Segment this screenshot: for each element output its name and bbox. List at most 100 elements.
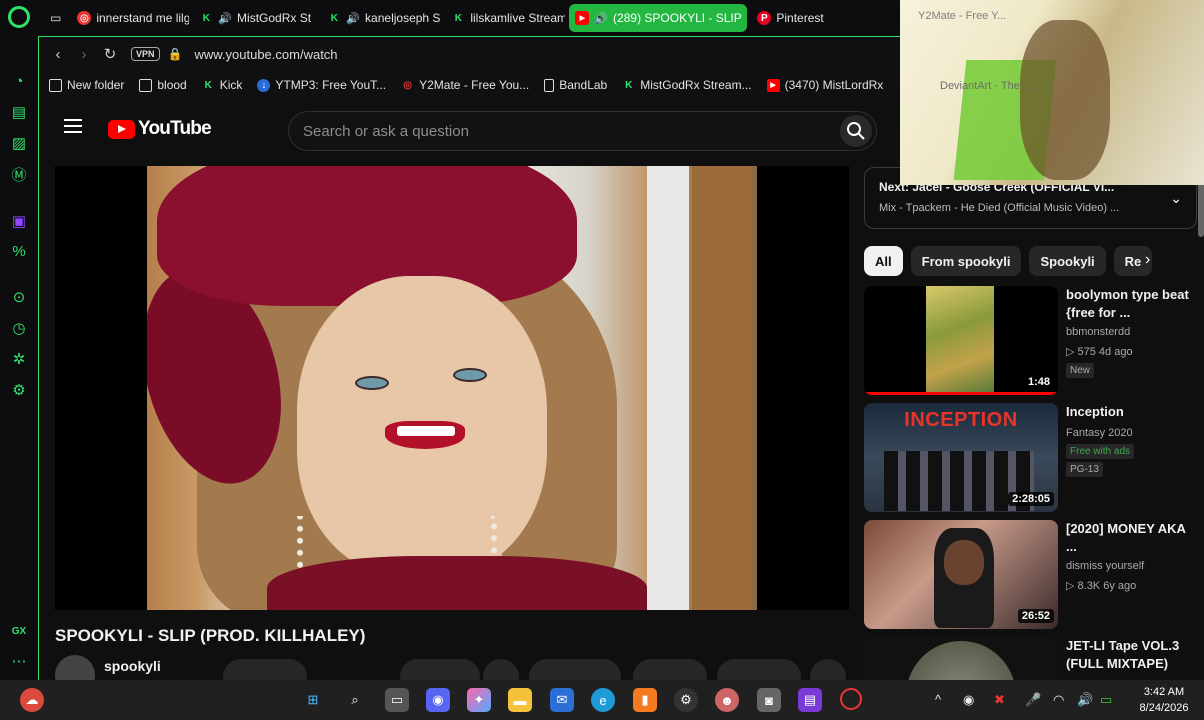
gx-text-icon[interactable]: GX [8,620,30,642]
opera-gx-taskbar-icon[interactable] [840,688,862,710]
tab-spookyli-active[interactable]: ▶ 🔊 (289) SPOOKYLI - SLIP [569,4,748,32]
gx-control-icon[interactable]: ◔ [8,70,30,92]
twitch-icon[interactable]: ▣ [8,210,30,232]
volume-icon[interactable]: 🔊 [1077,692,1093,708]
tray-app-icon[interactable]: ◉ [963,692,974,708]
bookmark-y2mate[interactable]: ◎ Y2Mate - Free You... [401,78,529,92]
chevron-right-icon[interactable]: › [1145,251,1150,269]
settings-gear-icon[interactable]: ⚙ [8,379,30,401]
history-icon[interactable]: ◷ [8,317,30,339]
tab-mistgodrx[interactable]: K 🔊 MistGodRx St [193,4,317,32]
speaker-icon[interactable]: 🔊 [218,12,232,25]
floating-overlay-window[interactable]: Y2Mate - Free Y... DeviantArt - The ... [900,0,1204,185]
fl-studio-icon[interactable]: ▮ [633,688,657,712]
camera-icon[interactable]: ◙ [757,688,781,712]
copilot-icon[interactable]: ✦ [467,688,491,712]
tab-pinterest[interactable]: P Pinterest [751,4,851,32]
bookmarks-bar: New folder blood K Kick ↓ YTMP3: Free YouT… [39,71,901,99]
chip-from-spookyli[interactable]: From spookyli [910,246,1022,276]
outlook-icon[interactable]: ✉ [550,688,574,712]
speaker-icon[interactable]: 🔊 [346,12,360,25]
search-button[interactable] [840,115,872,147]
windows-start-icon[interactable]: ⊞ [301,688,325,712]
chevron-up-icon[interactable]: ^ [935,692,941,707]
tab-kaneljoseph[interactable]: K 🔊 kaneljoseph S [321,4,441,32]
tab-label: lilskamlive Stream [470,11,566,25]
recommendation-title[interactable]: [2020] MONEY AKA ... [1066,520,1196,556]
chip-all[interactable]: All [864,246,903,276]
more-icon[interactable]: ⋯ [8,650,30,672]
back-icon[interactable]: ‹ [45,41,71,67]
video-editor-icon[interactable]: ▤ [798,688,822,712]
folder-icon [139,78,153,92]
system-clock[interactable]: 3:42 AM 8/24/2026 [1130,684,1198,716]
channel-row: spookyli [55,655,849,695]
recommendation-title[interactable]: JET-LI Tape VOL.3 (FULL MIXTAPE) [1066,637,1196,673]
video-player[interactable] [55,166,849,610]
chip-spookyli[interactable]: Spookyli [1029,246,1106,276]
tab-label: kaneljoseph S [365,11,441,25]
vpn-badge[interactable]: VPN [131,47,160,61]
reload-icon[interactable]: ↻ [97,41,123,67]
app-icon[interactable]: ☻ [715,688,739,712]
weather-icon[interactable]: ☁ [20,688,44,712]
lock-icon[interactable]: 🔒 [168,47,183,61]
menu-icon[interactable] [64,119,82,133]
edge-icon[interactable]: e [591,688,615,712]
gx-cleaner-icon[interactable]: ▤ [8,101,30,123]
recommendation-title[interactable]: Inception [1066,403,1196,421]
forward-icon[interactable]: › [71,41,97,67]
microphone-icon[interactable]: 🎤 [1025,692,1041,708]
bookmark-kick[interactable]: K Kick [202,78,243,92]
recommendation-item[interactable]: 1:48 boolymon type beat {free for ... bb… [864,286,1200,398]
speaker-icon[interactable]: 🔊 [594,12,608,25]
bookmark-ytmp3[interactable]: ↓ YTMP3: Free YouT... [257,78,386,92]
url-field[interactable]: www.youtube.com/watch [194,47,337,62]
opera-gx-logo-icon[interactable] [8,6,30,28]
recommendation-channel[interactable]: Fantasy 2020 [1066,427,1133,439]
tab-lilskamlive[interactable]: K lilskamlive Stream [445,4,566,32]
recommendation-item[interactable]: 26:52 [2020] MONEY AKA ... dismiss yours… [864,520,1200,632]
download-icon: ↓ [257,78,271,92]
recommendation-item[interactable]: INCEPTION 2:28:05 Inception Fantasy 2020… [864,403,1200,515]
player-icon[interactable]: ⊙ [8,286,30,308]
bookmark-blood[interactable]: blood [139,78,187,92]
steam-icon[interactable]: ⚙ [674,688,698,712]
extensions-icon[interactable]: ✲ [8,348,30,370]
chevron-down-icon[interactable]: ⌄ [1170,190,1182,207]
rating-badge: PG-13 [1066,462,1103,477]
video-thumbnail[interactable]: 26:52 [864,520,1058,629]
bookmark-bandlab[interactable]: BandLab [544,78,607,92]
kick-icon: K [330,12,338,24]
kick-icon: K [625,79,633,91]
tray-app-icon[interactable]: ✖ [994,692,1005,708]
recommendation-channel[interactable]: dismiss yourself [1066,560,1144,572]
youtube-icon: ▶ [766,78,780,92]
battery-icon[interactable]: ▭ [1100,692,1112,708]
recommendation-channel[interactable]: bbmonsterdd [1066,326,1130,338]
wifi-icon[interactable]: ◠ [1053,692,1064,708]
bookmark-mistgodrx[interactable]: K MistGodRx Stream... [622,78,751,92]
search-input[interactable] [303,122,823,140]
file-explorer-icon[interactable]: ▬ [508,688,532,712]
tab-innerstand[interactable]: ◎ innerstand me lilg [71,4,189,32]
recommendation-title[interactable]: boolymon type beat {free for ... [1066,286,1196,322]
video-thumbnail[interactable]: INCEPTION 2:28:05 [864,403,1058,512]
tab-game-icon[interactable]: ▭ [44,4,67,32]
recommendation-meta: ▷ 575 4d ago [1066,346,1133,358]
new-badge: New [1066,363,1095,378]
channel-name[interactable]: spookyli [104,658,161,674]
youtube-logo[interactable]: YouTube [108,118,212,140]
bookmark-mistlordrx[interactable]: ▶ (3470) MistLordRx [766,78,883,92]
bookmark-new-folder[interactable]: New folder [49,78,124,92]
discord-icon[interactable]: ◉ [426,688,450,712]
recommendation-item[interactable]: JET-LI Tape VOL.3 (FULL MIXTAPE) [864,637,1200,681]
video-thumbnail[interactable] [864,637,1058,681]
search-icon[interactable]: ⌕ [343,688,367,712]
tab-favicon-icon: ◎ [77,11,92,25]
percent-icon[interactable]: % [8,240,30,262]
task-view-icon[interactable]: ▭ [385,688,409,712]
gx-corner-icon[interactable]: ▨ [8,132,30,154]
m-app-icon[interactable]: Ⓜ [8,163,30,185]
video-thumbnail[interactable]: 1:48 [864,286,1058,395]
